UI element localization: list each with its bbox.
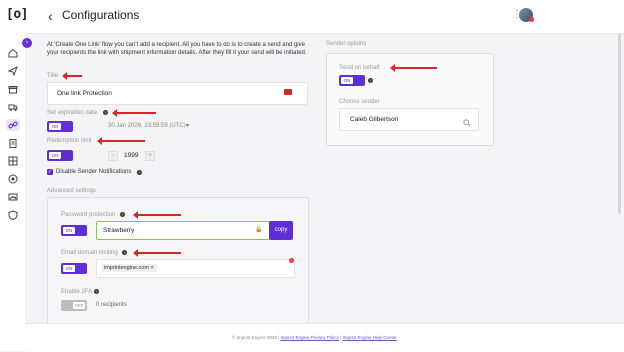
shield-icon[interactable] [8, 210, 18, 220]
target-icon[interactable] [8, 174, 18, 184]
expiration-date[interactable]: 30 Jan 2026, 23:59:59 (UTC) [108, 123, 186, 129]
decrement-button[interactable]: − [108, 151, 118, 161]
footer-separator: | [340, 335, 342, 340]
app-logo[interactable]: [o] [6, 7, 28, 22]
scrollbar[interactable] [618, 34, 621, 214]
annotation-arrow [97, 137, 145, 145]
sidebar-expand-button[interactable]: › [22, 38, 32, 48]
disable-notifications-label: Disable Sender Notifications [56, 169, 132, 175]
error-badge-icon: ! [289, 258, 294, 263]
help-icon[interactable]: ? [368, 78, 373, 83]
choose-sender-label: Choose sender [339, 99, 380, 105]
notification-dot [529, 17, 534, 22]
search-icon[interactable] [463, 114, 471, 127]
email-domain-toggle[interactable]: ON [61, 263, 87, 274]
help-icon[interactable]: ? [120, 212, 125, 217]
recipients-count: 0 recipients [96, 302, 127, 308]
password-toggle[interactable]: ON [61, 225, 87, 236]
annotation-arrow [390, 64, 437, 72]
grid-icon[interactable] [8, 156, 18, 166]
truck-icon[interactable] [8, 102, 18, 112]
annotation-arrow [62, 72, 82, 80]
password-protection-label: Password protection [61, 212, 116, 218]
choose-sender-value: Caleb Gilbertson [350, 116, 399, 123]
gift-icon[interactable] [8, 84, 18, 94]
lock-icon: 🔒 [255, 227, 263, 233]
domain-chip-text: imprintengine.com [104, 265, 149, 271]
title-input-value: One link Protection [57, 90, 112, 97]
copyright-text: © Imprint Engine 2025 [232, 335, 277, 340]
domain-chip[interactable]: imprintengine.com × [101, 264, 157, 272]
redemption-toggle[interactable]: ON [47, 150, 73, 161]
link-icon[interactable] [8, 120, 18, 130]
chevron-down-icon[interactable]: ▼ [185, 123, 190, 129]
disable-notifications-checkbox[interactable]: ✓ [47, 169, 53, 175]
two-fa-label: Enable 2FA [61, 289, 93, 295]
expiration-label: Set expiration date [47, 110, 98, 116]
password-value: Strawberry [103, 227, 135, 234]
page-title: Configurations [62, 8, 140, 22]
redemption-label: Redemption limit [47, 138, 92, 144]
clipboard-icon[interactable] [8, 138, 18, 148]
image-icon[interactable] [8, 192, 18, 202]
annotation-arrow [133, 211, 181, 219]
increment-button[interactable]: + [145, 151, 155, 161]
sender-options-heading: Sender options [326, 41, 367, 47]
help-center-link[interactable]: Imprint Engine Help Center [343, 335, 397, 340]
send-on-behalf-label: Send on behalf [339, 65, 380, 71]
home-icon[interactable] [8, 48, 18, 58]
help-icon[interactable]: ? [137, 170, 142, 175]
privacy-policy-link[interactable]: Imprint Engine Privacy Policy [281, 335, 339, 340]
close-icon[interactable]: × [150, 265, 153, 271]
annotation-arrow [133, 249, 181, 257]
annotation-arrow [112, 109, 156, 117]
send-icon[interactable] [8, 66, 18, 76]
help-icon[interactable]: ? [94, 289, 99, 294]
expiration-toggle[interactable]: ON [47, 121, 73, 132]
footer-text: © Imprint Engine 2025 | Imprint Engine P… [232, 335, 397, 340]
help-icon[interactable]: ? [103, 110, 108, 115]
chevron-left-icon[interactable]: ‹ [48, 8, 53, 24]
copy-button[interactable]: copy [269, 221, 293, 240]
redemption-value[interactable]: 1999 [124, 152, 138, 159]
send-on-behalf-toggle[interactable]: ON [339, 75, 365, 86]
advanced-settings-heading: Advanced settings [47, 188, 97, 194]
flow-description: At 'Create One Link' flow you can't add … [47, 42, 307, 56]
password-manager-icon[interactable] [284, 89, 292, 95]
title-label: Title [47, 73, 59, 79]
help-icon[interactable]: ? [122, 250, 127, 255]
two-fa-toggle[interactable]: OFF [61, 300, 87, 311]
email-domain-label: Email domain limiting [61, 250, 118, 256]
